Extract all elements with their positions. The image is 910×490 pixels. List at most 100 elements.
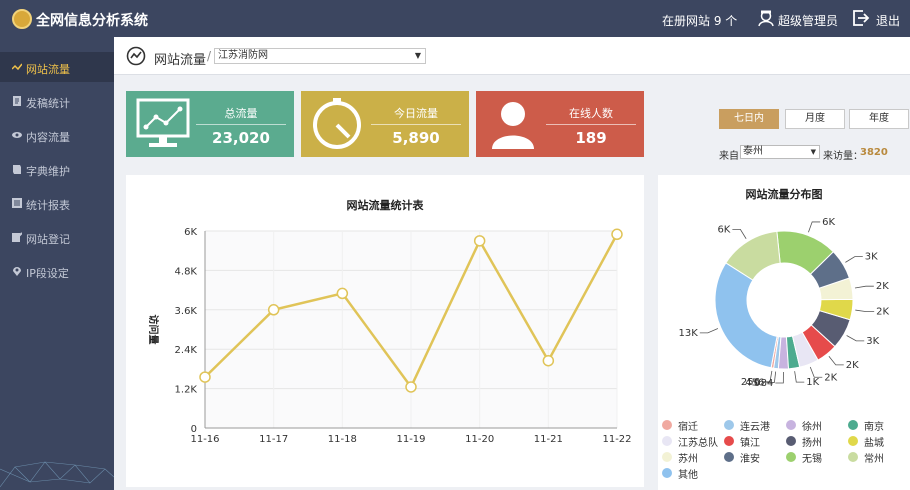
slice-label: 6K (717, 224, 730, 235)
legend-swatch (786, 420, 796, 430)
legend-label: 南京 (864, 422, 884, 433)
legend-swatch (786, 436, 796, 446)
y-tick-label: 6K (184, 227, 197, 238)
book-icon (13, 165, 21, 174)
x-tick-label: 11-17 (259, 434, 288, 445)
sidebar-item-label: IP段设定 (26, 267, 69, 280)
x-tick-label: 11-16 (190, 434, 219, 445)
monitor-chart-icon (136, 98, 190, 147)
sidebar-item-ip-range[interactable]: IP段设定 (0, 256, 114, 286)
range-7-days-button[interactable]: 七日内 (719, 109, 779, 129)
leader-line (854, 285, 874, 289)
legend-swatch (848, 420, 858, 430)
slice-label: 6K (822, 217, 835, 228)
slice-label: 2K (846, 360, 859, 371)
source-select-value: 泰州 (743, 146, 763, 157)
card-title: 在线人数 (569, 107, 613, 120)
data-point[interactable] (267, 304, 280, 316)
legend-swatch (662, 436, 672, 446)
data-point[interactable] (473, 235, 486, 247)
sidebar-item-publish-stats[interactable]: 发稿统计 (0, 86, 114, 116)
legend-label: 盐城 (864, 438, 884, 449)
data-point[interactable] (611, 228, 623, 241)
legend-swatch (662, 420, 672, 430)
sidebar: 网站流量 发稿统计 内容流量 字典维护 统计报表 网站登记 IP段设定 (0, 37, 114, 490)
admin-user-icon[interactable] (757, 9, 775, 27)
y-tick-label: 3.6K (175, 306, 198, 317)
legend-label: 连云港 (740, 422, 770, 433)
data-point[interactable] (542, 354, 555, 367)
location-pin-icon (13, 267, 21, 276)
card-value: 23,020 (212, 129, 270, 147)
legend-label: 淮安 (740, 454, 760, 465)
slice-label: 2K (876, 307, 889, 318)
data-point[interactable] (199, 371, 211, 383)
y-axis-label: 访问量 (147, 315, 160, 345)
top-bar: 全网信息分析系统 在册网站 9 个 超级管理员 退出 (0, 0, 910, 37)
card-value: 5,890 (392, 129, 440, 147)
sidebar-item-traffic[interactable]: 网站流量 (0, 52, 114, 82)
leader-line (794, 371, 805, 383)
document-icon (13, 96, 21, 106)
y-tick-label: 2.4K (175, 345, 198, 356)
leader-line (699, 328, 719, 334)
legend-swatch (848, 436, 858, 446)
eye-icon (12, 132, 22, 138)
legend-label: 无锡 (802, 454, 822, 465)
x-tick-label: 11-22 (602, 434, 631, 445)
legend-swatch (848, 452, 858, 462)
data-point[interactable] (405, 381, 417, 393)
stopwatch-icon (313, 98, 361, 149)
divider (546, 124, 636, 125)
leader-line (809, 366, 823, 378)
site-select[interactable]: 江苏消防网 ▼ (214, 48, 426, 64)
sidebar-item-reports[interactable]: 统计报表 (0, 188, 114, 218)
app-title: 全网信息分析系统 (36, 13, 148, 29)
x-tick-label: 11-21 (534, 434, 563, 445)
sidebar-item-label: 统计报表 (26, 199, 70, 212)
y-tick-label: 4.8K (175, 266, 198, 277)
donut-chart: 256456984 1K 2K2K3K2K2K3K6K6K13K (678, 217, 889, 389)
slice-label: 3K (866, 336, 879, 347)
legend-label: 江苏总队 (678, 438, 718, 449)
legend-swatch (786, 452, 796, 462)
card-online-users: 在线人数 189 (476, 91, 644, 157)
divider (196, 124, 286, 125)
sidebar-item-label: 发稿统计 (26, 97, 70, 110)
police-badge-icon (12, 9, 32, 29)
legend-swatch (662, 452, 672, 462)
exit-button[interactable]: 退出 (876, 12, 900, 29)
source-select[interactable]: 泰州 ▼ (740, 145, 820, 159)
admin-label[interactable]: 超级管理员 (778, 12, 838, 29)
donut-legend: 宿迁 连云港 徐州 南京 江苏总队 镇江 扬州 盐城 苏州 淮安 无锡 常州 其他 (662, 418, 907, 488)
legend-swatch (724, 452, 734, 462)
legend-label: 宿迁 (678, 422, 698, 433)
x-tick-label: 11-20 (465, 434, 494, 445)
leader-line (855, 309, 875, 312)
source-label: 来自 (719, 151, 739, 162)
sidebar-item-content-traffic[interactable]: 内容流量 (0, 120, 114, 150)
sidebar-item-label: 网站登记 (26, 233, 70, 246)
leader-line (846, 335, 865, 342)
range-month-button[interactable]: 月度 (785, 109, 845, 129)
donut-slice[interactable] (714, 262, 778, 369)
range-year-button[interactable]: 年度 (849, 109, 909, 129)
chevron-down-icon: ▼ (810, 148, 816, 156)
sidebar-item-site-register[interactable]: 网站登记 (0, 222, 114, 252)
card-title: 总流量 (224, 107, 258, 120)
leader-line (845, 256, 863, 263)
slice-label: 3K (865, 252, 878, 263)
card-title: 今日流量 (394, 107, 438, 120)
leader-line (732, 228, 747, 239)
data-point[interactable] (336, 287, 349, 300)
site-select-value: 江苏消防网 (218, 50, 268, 61)
legend-label: 扬州 (802, 438, 822, 449)
sidebar-item-dictionary[interactable]: 字典维护 (0, 154, 114, 184)
report-icon (12, 198, 22, 208)
visit-count-value: 3820 (860, 147, 888, 158)
card-today-traffic: 今日流量 5,890 (301, 91, 469, 157)
user-icon (492, 102, 534, 149)
exit-icon[interactable] (852, 9, 870, 27)
slice-label: 2K (876, 281, 889, 292)
card-total-traffic: 总流量 23,020 (126, 91, 294, 157)
